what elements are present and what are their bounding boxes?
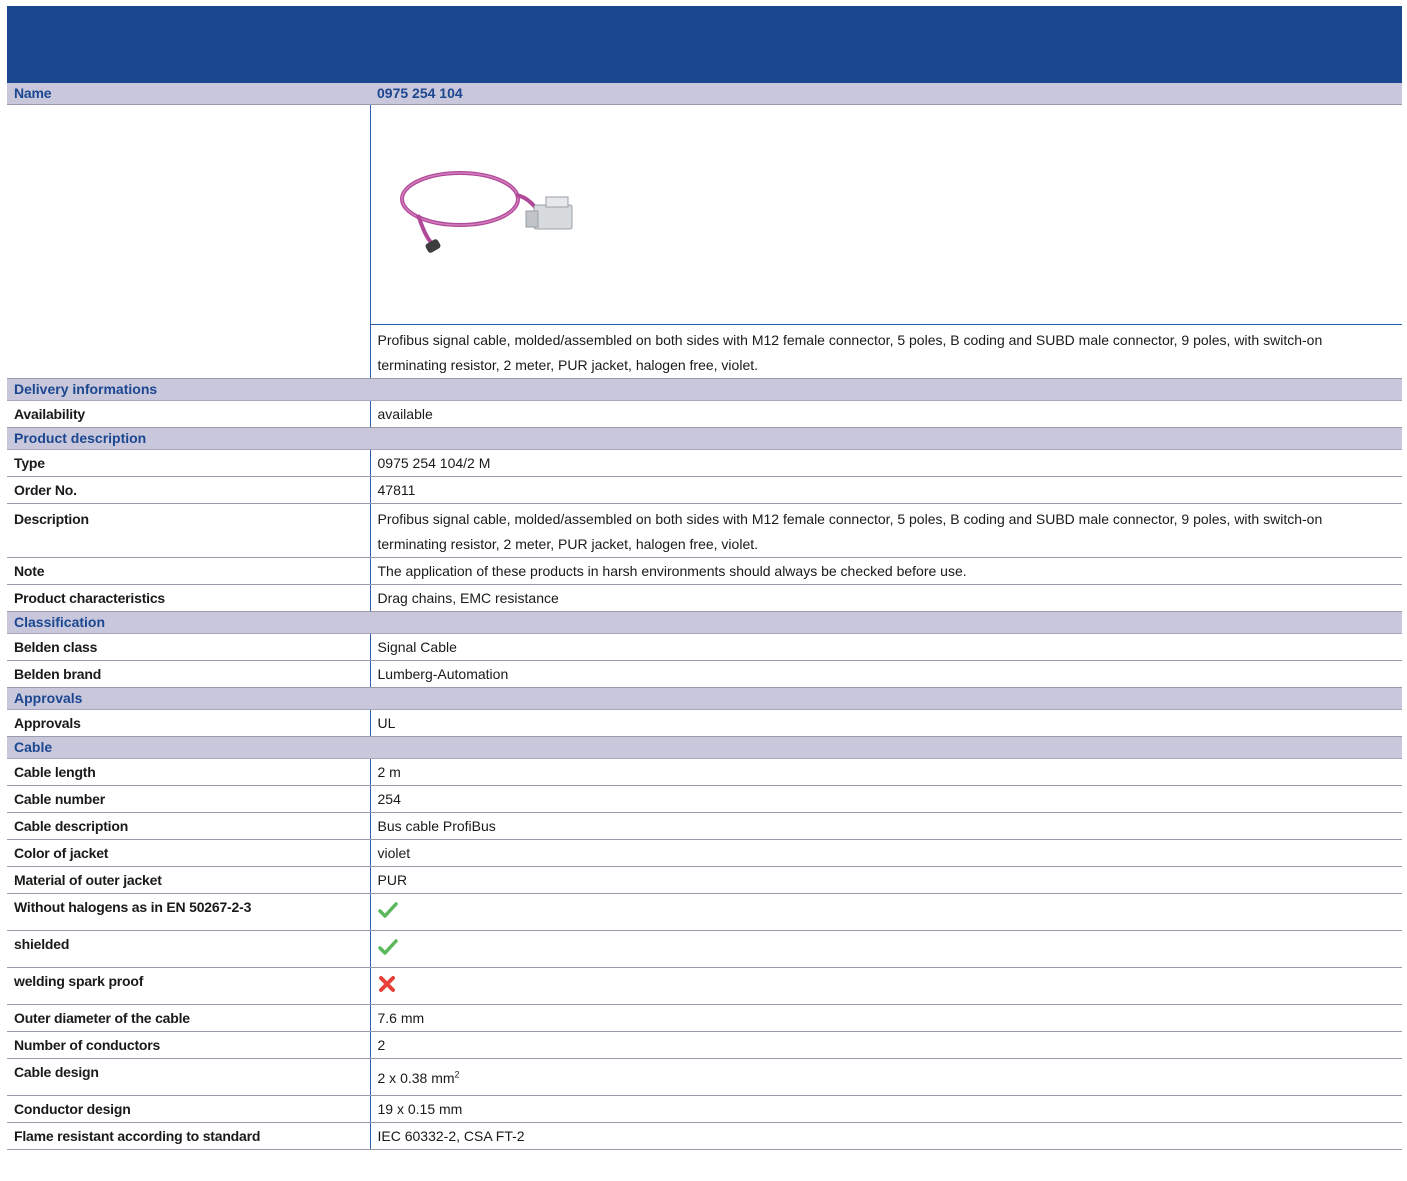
row-label: Type (7, 449, 370, 477)
section-classification: Classification (7, 611, 1402, 634)
table-row: Cable design 2 x 0.38 mm2 (7, 1058, 1402, 1096)
product-image-cell (369, 104, 1402, 325)
row-label: Without halogens as in EN 50267-2-3 (7, 893, 370, 931)
table-row: Color of jacket violet (7, 839, 1402, 867)
cable-design-value: 2 x 0.38 mm (377, 1070, 455, 1086)
table-row: Cable description Bus cable ProfiBus (7, 812, 1402, 840)
section-cable: Cable (7, 736, 1402, 759)
row-value: UL (369, 709, 1402, 737)
row-label: Availability (7, 400, 370, 428)
table-row: Product characteristics Drag chains, EMC… (7, 584, 1402, 612)
row-value (369, 930, 1402, 968)
row-label: Outer diameter of the cable (7, 1004, 370, 1032)
row-label: Cable design (7, 1058, 370, 1096)
table-row: Flame resistant according to standard IE… (7, 1122, 1402, 1150)
table-row: Belden class Signal Cable (7, 633, 1402, 661)
table-row: Outer diameter of the cable 7.6 mm (7, 1004, 1402, 1032)
row-label: Conductor design (7, 1095, 370, 1123)
row-label: Cable length (7, 758, 370, 786)
intro-description: Profibus signal cable, molded/assembled … (369, 324, 1402, 379)
row-value (369, 967, 1402, 1005)
row-value: 7.6 mm (369, 1004, 1402, 1032)
section-title: Delivery informations (7, 378, 1402, 401)
row-label: Number of conductors (7, 1031, 370, 1059)
row-label: shielded (7, 930, 370, 968)
row-label: Material of outer jacket (7, 866, 370, 894)
table-row: Material of outer jacket PUR (7, 866, 1402, 894)
row-value: 254 (369, 785, 1402, 813)
row-label: Approvals (7, 709, 370, 737)
row-label: Note (7, 557, 370, 585)
row-label: welding spark proof (7, 967, 370, 1005)
row-value: Lumberg-Automation (369, 660, 1402, 688)
row-value: Drag chains, EMC resistance (369, 584, 1402, 612)
name-label: Name (7, 83, 370, 105)
name-value: 0975 254 104 (370, 83, 1402, 105)
table-row: shielded (7, 930, 1402, 968)
row-value: PUR (369, 866, 1402, 894)
row-value: violet (369, 839, 1402, 867)
checkmark-icon (377, 901, 398, 924)
table-row: Availability available (7, 400, 1402, 428)
table-row: Approvals UL (7, 709, 1402, 737)
name-row: Name 0975 254 104 (7, 83, 1402, 105)
table-row: Type 0975 254 104/2 M (7, 449, 1402, 477)
row-label: Belden class (7, 633, 370, 661)
table-row: welding spark proof (7, 967, 1402, 1005)
row-label: Color of jacket (7, 839, 370, 867)
table-row: Order No. 47811 (7, 476, 1402, 504)
row-value: Bus cable ProfiBus (369, 812, 1402, 840)
row-value: 2 m (369, 758, 1402, 786)
row-label: Description (7, 503, 370, 558)
intro-description-row: Profibus signal cable, molded/assembled … (7, 324, 1402, 379)
table-row: Cable length 2 m (7, 758, 1402, 786)
section-title: Product description (7, 427, 1402, 450)
row-value: The application of these products in har… (369, 557, 1402, 585)
row-value: 0975 254 104/2 M (369, 449, 1402, 477)
section-title: Approvals (7, 687, 1402, 710)
datasheet-table: Name 0975 254 104 Profibus signal cable,… (7, 83, 1402, 1150)
section-delivery: Delivery informations (7, 378, 1402, 401)
section-title: Classification (7, 611, 1402, 634)
section-approvals: Approvals (7, 687, 1402, 710)
row-label: Order No. (7, 476, 370, 504)
datasheet-page: Name 0975 254 104 Profibus signal cable,… (0, 6, 1407, 1150)
row-label: Cable number (7, 785, 370, 813)
table-row: Belden brand Lumberg-Automation (7, 660, 1402, 688)
checkmark-icon (377, 938, 398, 961)
row-value: 47811 (369, 476, 1402, 504)
product-image (399, 171, 572, 253)
row-value: available (369, 400, 1402, 428)
table-row: Cable number 254 (7, 785, 1402, 813)
row-label: Product characteristics (7, 584, 370, 612)
table-row: Number of conductors 2 (7, 1031, 1402, 1059)
table-row: Description Profibus signal cable, molde… (7, 503, 1402, 558)
row-label: Cable description (7, 812, 370, 840)
section-title: Cable (7, 736, 1402, 759)
image-row (7, 104, 1402, 325)
row-value (369, 893, 1402, 931)
row-label: Flame resistant according to standard (7, 1122, 370, 1150)
row-value: IEC 60332-2, CSA FT-2 (369, 1122, 1402, 1150)
table-row: Conductor design 19 x 0.15 mm (7, 1095, 1402, 1123)
table-row: Note The application of these products i… (7, 557, 1402, 585)
row-value: Signal Cable (369, 633, 1402, 661)
cross-icon (378, 975, 396, 998)
row-value: 2 x 0.38 mm2 (369, 1058, 1402, 1096)
unit-superscript: 2 (454, 1069, 460, 1080)
table-row: Without halogens as in EN 50267-2-3 (7, 893, 1402, 931)
top-banner (7, 6, 1402, 83)
row-value: 19 x 0.15 mm (369, 1095, 1402, 1123)
row-label: Belden brand (7, 660, 370, 688)
section-product: Product description (7, 427, 1402, 450)
row-value: Profibus signal cable, molded/assembled … (369, 503, 1402, 558)
row-value: 2 (369, 1031, 1402, 1059)
